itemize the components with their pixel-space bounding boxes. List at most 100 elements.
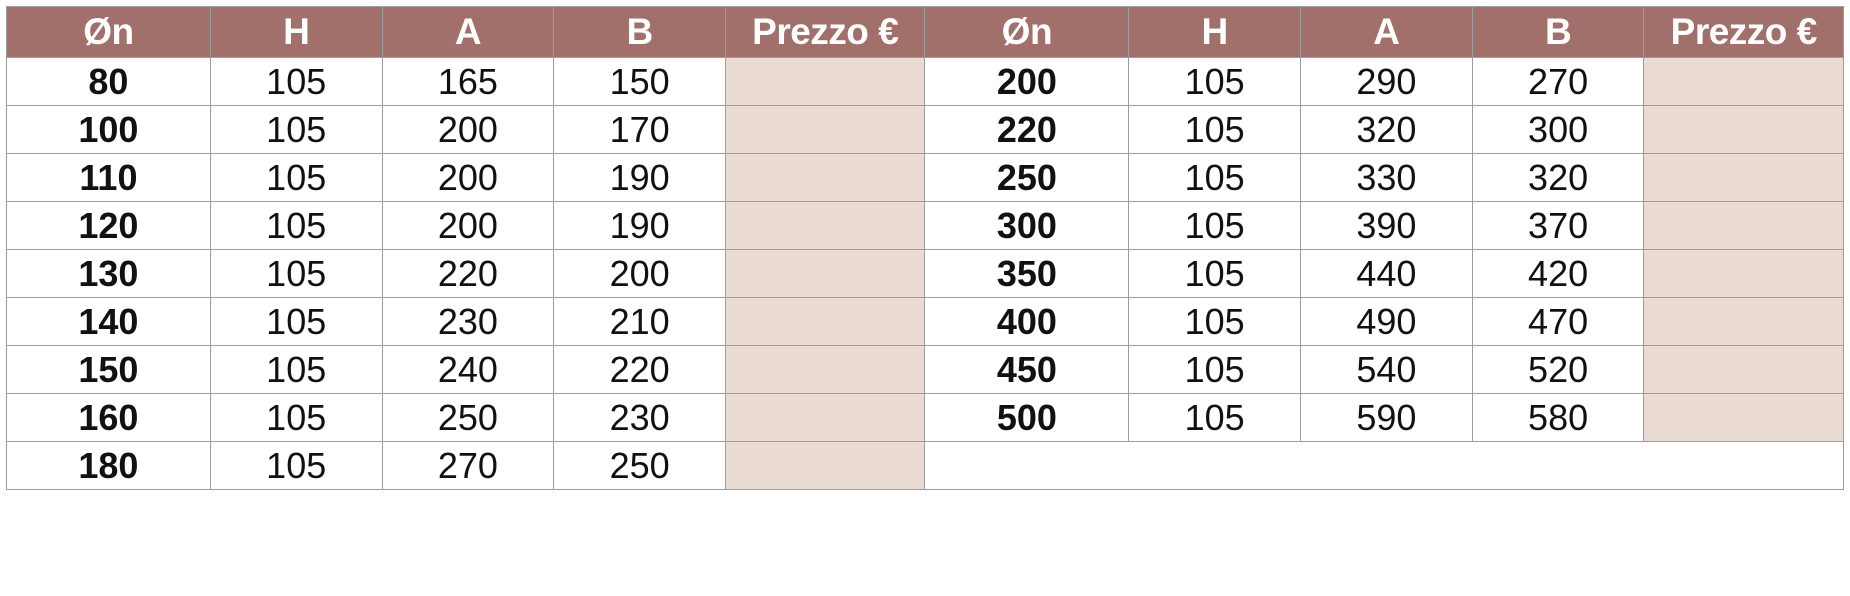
cell-right-on[interactable]: 220 xyxy=(924,105,1130,154)
cell-left-b[interactable]: 150 xyxy=(553,57,727,106)
cell-right-a[interactable]: 330 xyxy=(1300,153,1473,202)
cell-left-on[interactable]: 140 xyxy=(6,297,211,346)
cell-left-h[interactable]: 105 xyxy=(209,345,383,394)
cell-left-b[interactable]: 200 xyxy=(553,249,727,298)
cell-right-on[interactable]: 500 xyxy=(924,393,1130,442)
table-row: 130 105 220 200 350 105 440 420 xyxy=(6,249,1844,298)
cell-right-h[interactable]: 105 xyxy=(1128,201,1302,250)
cell-right-on[interactable]: 450 xyxy=(924,345,1130,394)
cell-right-b[interactable]: 420 xyxy=(1471,249,1645,298)
cell-right-b[interactable]: 520 xyxy=(1471,345,1645,394)
cell-left-on[interactable]: 160 xyxy=(6,393,211,442)
cell-right-prezzo[interactable] xyxy=(1643,201,1844,250)
cell-left-prezzo[interactable] xyxy=(725,345,926,394)
cell-right-a[interactable]: 590 xyxy=(1300,393,1473,442)
column-header-on-right[interactable]: Øn xyxy=(924,6,1130,58)
column-header-h-left[interactable]: H xyxy=(209,6,383,58)
column-header-b-left[interactable]: B xyxy=(553,6,727,58)
cell-left-h[interactable]: 105 xyxy=(209,105,383,154)
cell-left-on[interactable]: 80 xyxy=(6,57,211,106)
cell-left-h[interactable]: 105 xyxy=(209,249,383,298)
cell-left-b[interactable]: 190 xyxy=(553,201,727,250)
cell-right-prezzo[interactable] xyxy=(1643,57,1844,106)
column-header-on-left[interactable]: Øn xyxy=(6,6,211,58)
cell-left-b[interactable]: 220 xyxy=(553,345,727,394)
cell-right-h[interactable]: 105 xyxy=(1128,57,1302,106)
cell-left-a[interactable]: 270 xyxy=(381,441,555,490)
column-header-b-right[interactable]: B xyxy=(1471,6,1645,58)
cell-right-a[interactable]: 540 xyxy=(1300,345,1473,394)
cell-right-b[interactable]: 580 xyxy=(1471,393,1645,442)
cell-right-prezzo[interactable] xyxy=(1643,297,1844,346)
column-header-a-left[interactable]: A xyxy=(381,6,555,58)
cell-left-b[interactable]: 250 xyxy=(553,441,727,490)
cell-left-h[interactable]: 105 xyxy=(209,153,383,202)
cell-left-on[interactable]: 180 xyxy=(6,441,211,490)
cell-left-prezzo[interactable] xyxy=(725,105,926,154)
cell-right-h[interactable]: 105 xyxy=(1128,345,1302,394)
cell-left-h[interactable]: 105 xyxy=(209,297,383,346)
cell-right-b[interactable]: 320 xyxy=(1471,153,1645,202)
column-header-a-right[interactable]: A xyxy=(1300,6,1473,58)
cell-right-on[interactable]: 200 xyxy=(924,57,1130,106)
cell-right-a[interactable]: 390 xyxy=(1300,201,1473,250)
cell-right-prezzo[interactable] xyxy=(1643,105,1844,154)
cell-left-prezzo[interactable] xyxy=(725,201,926,250)
cell-left-b[interactable]: 170 xyxy=(553,105,727,154)
cell-left-on[interactable]: 150 xyxy=(6,345,211,394)
cell-right-a[interactable]: 440 xyxy=(1300,249,1473,298)
table-row: 100 105 200 170 220 105 320 300 xyxy=(6,105,1844,154)
cell-right-a[interactable]: 290 xyxy=(1300,57,1473,106)
cell-right-on[interactable]: 300 xyxy=(924,201,1130,250)
cell-right-prezzo[interactable] xyxy=(1643,393,1844,442)
cell-right-empty[interactable] xyxy=(924,441,1844,490)
cell-right-h[interactable]: 105 xyxy=(1128,249,1302,298)
cell-left-on[interactable]: 100 xyxy=(6,105,211,154)
cell-right-a[interactable]: 320 xyxy=(1300,105,1473,154)
cell-left-a[interactable]: 200 xyxy=(381,105,555,154)
cell-right-on[interactable]: 350 xyxy=(924,249,1130,298)
cell-right-on[interactable]: 250 xyxy=(924,153,1130,202)
cell-left-h[interactable]: 105 xyxy=(209,393,383,442)
cell-left-prezzo[interactable] xyxy=(725,297,926,346)
cell-right-h[interactable]: 105 xyxy=(1128,297,1302,346)
cell-right-a[interactable]: 490 xyxy=(1300,297,1473,346)
cell-right-b[interactable]: 370 xyxy=(1471,201,1645,250)
cell-left-prezzo[interactable] xyxy=(725,57,926,106)
column-header-h-right[interactable]: H xyxy=(1128,6,1302,58)
cell-left-on[interactable]: 120 xyxy=(6,201,211,250)
cell-left-h[interactable]: 105 xyxy=(209,57,383,106)
pricing-table: Øn H A B Prezzo € Øn H A B Prezzo € 80 10… xyxy=(6,6,1844,490)
cell-left-prezzo[interactable] xyxy=(725,393,926,442)
cell-right-b[interactable]: 300 xyxy=(1471,105,1645,154)
cell-left-h[interactable]: 105 xyxy=(209,201,383,250)
cell-right-prezzo[interactable] xyxy=(1643,153,1844,202)
column-header-prezzo-right[interactable]: Prezzo € xyxy=(1643,6,1844,58)
cell-left-prezzo[interactable] xyxy=(725,153,926,202)
spreadsheet-canvas: Øn H A B Prezzo € Øn H A B Prezzo € 80 10… xyxy=(0,0,1850,596)
column-header-prezzo-left[interactable]: Prezzo € xyxy=(725,6,926,58)
cell-left-a[interactable]: 200 xyxy=(381,201,555,250)
cell-left-b[interactable]: 190 xyxy=(553,153,727,202)
cell-left-a[interactable]: 240 xyxy=(381,345,555,394)
cell-right-h[interactable]: 105 xyxy=(1128,393,1302,442)
cell-left-prezzo[interactable] xyxy=(725,441,926,490)
cell-left-b[interactable]: 230 xyxy=(553,393,727,442)
cell-right-prezzo[interactable] xyxy=(1643,345,1844,394)
cell-left-a[interactable]: 200 xyxy=(381,153,555,202)
cell-left-on[interactable]: 110 xyxy=(6,153,211,202)
cell-left-a[interactable]: 250 xyxy=(381,393,555,442)
cell-right-b[interactable]: 270 xyxy=(1471,57,1645,106)
cell-left-a[interactable]: 220 xyxy=(381,249,555,298)
cell-right-prezzo[interactable] xyxy=(1643,249,1844,298)
cell-right-h[interactable]: 105 xyxy=(1128,153,1302,202)
cell-left-a[interactable]: 165 xyxy=(381,57,555,106)
cell-left-a[interactable]: 230 xyxy=(381,297,555,346)
cell-right-h[interactable]: 105 xyxy=(1128,105,1302,154)
cell-right-b[interactable]: 470 xyxy=(1471,297,1645,346)
cell-left-on[interactable]: 130 xyxy=(6,249,211,298)
cell-left-h[interactable]: 105 xyxy=(209,441,383,490)
cell-left-b[interactable]: 210 xyxy=(553,297,727,346)
cell-right-on[interactable]: 400 xyxy=(924,297,1130,346)
cell-left-prezzo[interactable] xyxy=(725,249,926,298)
